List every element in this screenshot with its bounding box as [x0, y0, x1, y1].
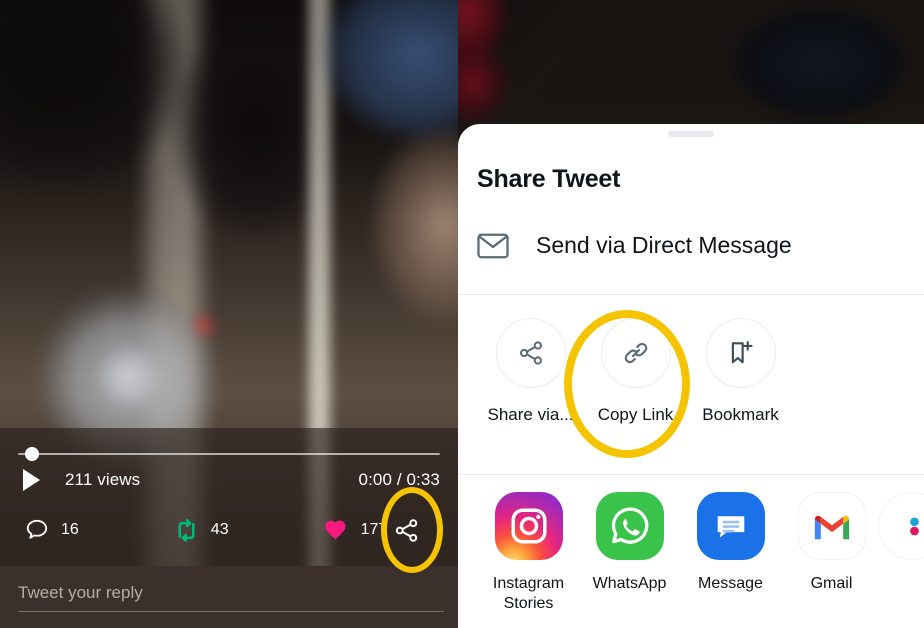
share-via-label: Share via...: [487, 405, 574, 424]
share-via-action[interactable]: Share via...: [478, 318, 583, 425]
sheet-drag-handle[interactable]: [668, 131, 714, 137]
tweet-action-row: 16 43 177: [24, 508, 448, 552]
share-circle-actions-row: Share via... Copy Link Bookmark: [458, 318, 924, 425]
app-instagram-stories[interactable]: Instagram Stories: [478, 492, 579, 615]
bookmark-button[interactable]: [705, 318, 776, 388]
scrubber-track[interactable]: [18, 453, 440, 455]
video-meta-row: 211 views 0:00 / 0:33: [18, 466, 440, 494]
app-gmail-label: Gmail: [810, 575, 853, 592]
tweet-video-panel: 211 views 0:00 / 0:33 16 43 177 Tweet yo…: [0, 0, 458, 628]
copy-link-action[interactable]: Copy Link: [583, 318, 688, 425]
message-icon: [696, 492, 765, 560]
app-message[interactable]: Message: [680, 492, 781, 615]
retweet-icon: [178, 518, 195, 542]
send-via-direct-message-row[interactable]: Send via Direct Message: [477, 232, 792, 259]
gmail-glyph: [814, 515, 849, 540]
share-apps-row: Instagram Stories WhatsApp Message Gmail: [458, 492, 924, 615]
reply-input-underline: [18, 611, 444, 612]
retweet-action[interactable]: 43: [173, 517, 229, 544]
like-action[interactable]: 177: [323, 517, 388, 544]
sheet-divider-bottom: [458, 474, 924, 475]
app-whatsapp[interactable]: WhatsApp: [579, 492, 680, 615]
views-count-label: 211 views: [65, 470, 141, 489]
share-icon: [395, 518, 418, 542]
instagram-icon: [494, 492, 563, 560]
link-icon: [624, 342, 647, 364]
app-instagram-stories-label: Instagram Stories: [492, 575, 565, 613]
like-count: 177: [360, 521, 388, 538]
partial-app-glyph: [910, 517, 919, 536]
share-via-icon: [519, 341, 542, 365]
screenshot-root: 211 views 0:00 / 0:33 16 43 177 Tweet yo…: [0, 0, 924, 628]
message-glyph: [717, 516, 744, 538]
copy-link-label: Copy Link: [597, 405, 674, 424]
like-icon: [324, 520, 346, 540]
bookmark-action[interactable]: Bookmark: [688, 318, 793, 425]
bookmark-label: Bookmark: [702, 405, 779, 424]
retweet-count: 43: [210, 521, 229, 538]
app-whatsapp-label: WhatsApp: [592, 575, 667, 592]
partial-app-icon: [878, 492, 924, 560]
video-controls-overlay: 211 views 0:00 / 0:33 16 43 177: [0, 428, 458, 566]
sheet-title: Share Tweet: [477, 165, 621, 193]
scrubber-thumb[interactable]: [25, 447, 39, 461]
share-tweet-sheet: Share Tweet Send via Direct Message Shar…: [458, 124, 924, 628]
app-message-label: Message: [698, 575, 763, 592]
envelope-icon: [477, 233, 509, 258]
play-button[interactable]: [18, 467, 44, 493]
reply-composer-bar[interactable]: Tweet your reply: [0, 566, 458, 628]
instagram-glyph: [510, 508, 547, 544]
copy-link-button[interactable]: [600, 318, 671, 388]
reply-count: 16: [61, 521, 79, 538]
send-via-direct-message-label: Send via Direct Message: [536, 232, 792, 258]
share-via-button[interactable]: [495, 318, 566, 388]
reply-icon: [26, 519, 48, 539]
gmail-icon: [797, 492, 866, 560]
whatsapp-glyph: [611, 507, 648, 544]
app-gmail[interactable]: Gmail: [781, 492, 882, 615]
share-action[interactable]: [393, 517, 420, 544]
bookmark-plus-icon: [731, 341, 753, 364]
app-partial-next[interactable]: [878, 492, 924, 615]
whatsapp-icon: [595, 492, 664, 560]
video-time-label: 0:00 / 0:33: [358, 470, 440, 489]
reply-input-placeholder[interactable]: Tweet your reply: [18, 583, 143, 603]
play-icon: [22, 469, 40, 491]
sheet-divider-top: [458, 294, 924, 295]
video-scrubber[interactable]: [18, 447, 440, 461]
reply-action[interactable]: 16: [24, 517, 79, 543]
share-sheet-panel: Share Tweet Send via Direct Message Shar…: [458, 0, 924, 628]
